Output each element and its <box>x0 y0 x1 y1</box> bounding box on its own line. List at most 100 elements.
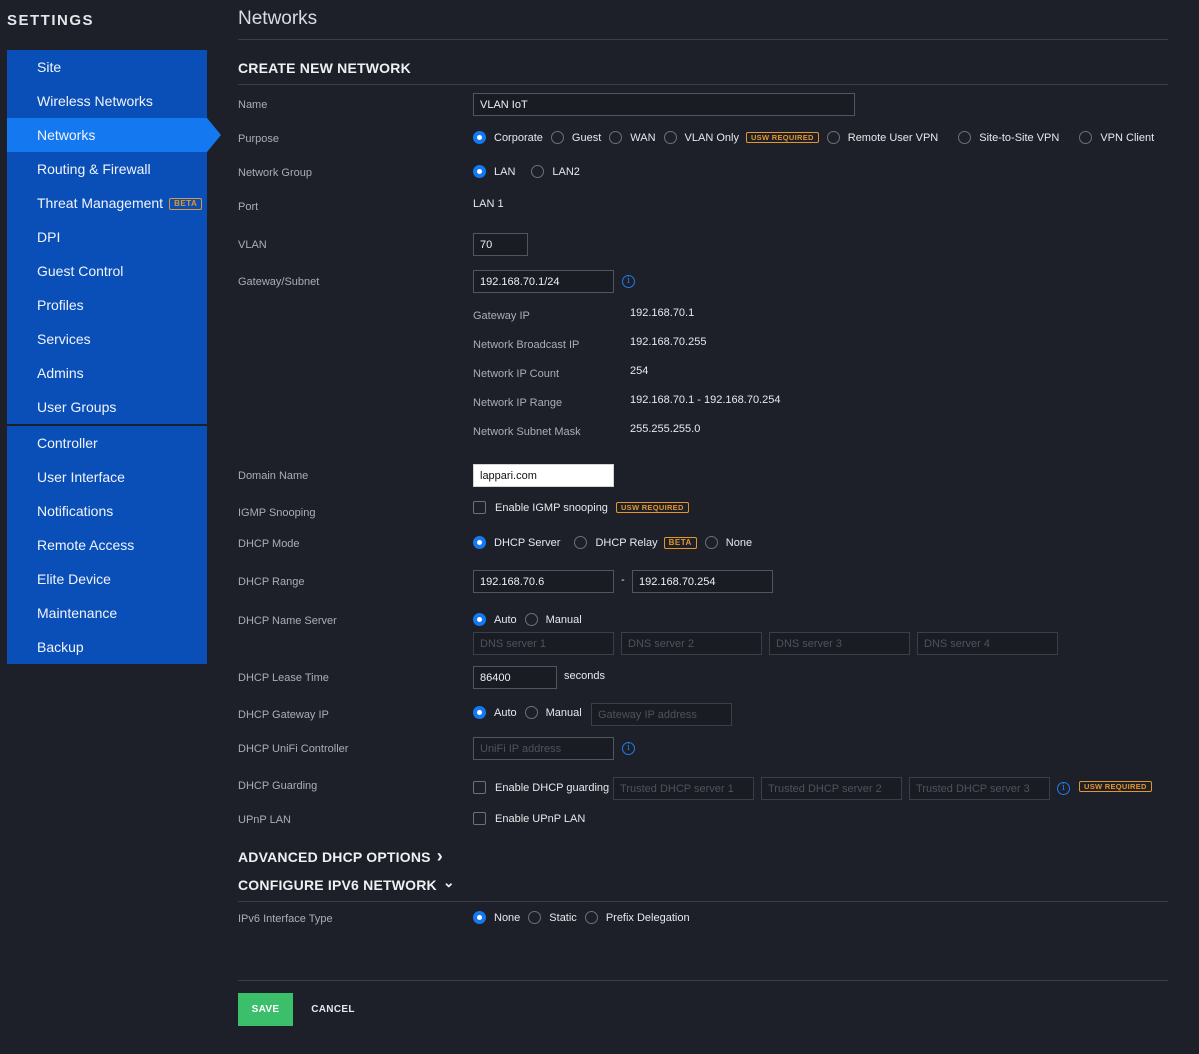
unifi-controller-input[interactable] <box>473 737 614 760</box>
purpose-radio-guest[interactable]: Guest <box>550 131 601 144</box>
dhcp-mode-radio-relay[interactable]: DHCP Relay BETA <box>574 536 697 549</box>
radio-icon <box>826 131 840 144</box>
trusted-dhcp-server-2-input[interactable] <box>761 777 902 800</box>
dhcp-lease-time-label: DHCP Lease Time <box>238 672 329 684</box>
dhcp-gateway-ip-label: DHCP Gateway IP <box>238 709 329 721</box>
radio-label: Site-to-Site VPN <box>979 131 1060 144</box>
purpose-radio-remote-user-vpn[interactable]: Remote User VPN <box>826 131 938 144</box>
sidebar-item-services[interactable]: Services <box>7 322 207 356</box>
network-group-radio-lan[interactable]: LAN <box>473 165 515 178</box>
vlan-label: VLAN <box>238 239 267 251</box>
info-icon[interactable]: i <box>1057 782 1070 795</box>
sidebar-item-user-interface[interactable]: User Interface <box>7 460 207 494</box>
trusted-dhcp-server-3-input[interactable] <box>909 777 1050 800</box>
dns-server-3-input[interactable] <box>769 632 910 655</box>
info-icon[interactable]: i <box>622 742 635 755</box>
configure-ipv6-toggle[interactable]: CONFIGURE IPV6 NETWORK ⌄ <box>238 875 455 893</box>
beta-badge: BETA <box>169 198 203 211</box>
name-input[interactable] <box>473 93 855 116</box>
save-button[interactable]: SAVE <box>238 993 293 1026</box>
purpose-radio-wan[interactable]: WAN <box>609 131 656 144</box>
advanced-dhcp-options-toggle[interactable]: ADVANCED DHCP OPTIONS › <box>238 847 443 865</box>
dhcp-guarding-checkbox[interactable] <box>473 781 486 794</box>
sidebar-item-wireless-networks[interactable]: Wireless Networks <box>7 84 207 118</box>
subnet-mask-value: 255.255.255.0 <box>630 423 701 435</box>
subnet-mask-label: Network Subnet Mask <box>473 426 581 438</box>
vlan-input[interactable] <box>473 233 528 256</box>
beta-badge: BETA <box>663 536 697 549</box>
sidebar-item-elite-device[interactable]: Elite Device <box>7 562 207 596</box>
name-server-radio-auto[interactable]: Auto <box>473 613 517 626</box>
gateway-ip-input[interactable] <box>591 703 732 726</box>
dhcp-range-start-input[interactable] <box>473 570 614 593</box>
radio-icon <box>663 131 677 144</box>
port-value: LAN 1 <box>473 198 504 210</box>
ipv6-radio-none[interactable]: None <box>473 911 520 924</box>
igmp-snooping-checkbox[interactable] <box>473 501 486 514</box>
dhcp-range-end-input[interactable] <box>632 570 773 593</box>
sidebar-item-dpi[interactable]: DPI <box>7 220 207 254</box>
sidebar-item-maintenance[interactable]: Maintenance <box>7 596 207 630</box>
gateway-ip-label: Gateway IP <box>473 310 530 322</box>
ip-range-value: 192.168.70.1 - 192.168.70.254 <box>630 394 781 406</box>
gateway-subnet-input[interactable] <box>473 270 614 293</box>
sidebar-item-site[interactable]: Site <box>7 50 207 84</box>
sidebar-item-label: Networks <box>37 127 96 143</box>
sidebar-item-remote-access[interactable]: Remote Access <box>7 528 207 562</box>
purpose-radio-vlan-only[interactable]: VLAN Only USW REQUIRED <box>663 131 819 144</box>
radio-label: None <box>725 536 753 549</box>
configure-ipv6-title: CONFIGURE IPV6 NETWORK <box>238 877 437 893</box>
cancel-button[interactable]: CANCEL <box>303 993 363 1026</box>
radio-label: Auto <box>494 706 517 719</box>
dns-server-2-input[interactable] <box>621 632 762 655</box>
name-server-radio-manual[interactable]: Manual <box>524 613 582 626</box>
ip-count-label: Network IP Count <box>473 368 560 380</box>
purpose-radio-corporate[interactable]: Corporate <box>473 131 543 144</box>
sidebar-item-routing-firewall[interactable]: Routing & Firewall <box>7 152 207 186</box>
sidebar-item-backup[interactable]: Backup <box>7 630 207 664</box>
sidebar-item-admins[interactable]: Admins <box>7 356 207 390</box>
sidebar-item-networks[interactable]: Networks <box>7 118 221 152</box>
radio-icon <box>473 706 486 719</box>
sidebar-item-controller[interactable]: Controller <box>7 426 207 460</box>
dns-server-4-input[interactable] <box>917 632 1058 655</box>
sidebar-item-guest-control[interactable]: Guest Control <box>7 254 207 288</box>
ipv6-radio-prefix-delegation[interactable]: Prefix Delegation <box>584 911 690 924</box>
gateway-radio-manual[interactable]: Manual <box>524 706 582 719</box>
domain-name-input[interactable] <box>473 464 614 487</box>
sidebar-item-label: Elite Device <box>37 571 111 587</box>
dns-server-1-input[interactable] <box>473 632 614 655</box>
dhcp-range-label: DHCP Range <box>238 576 305 588</box>
network-group-radio-group: LAN LAN2 <box>473 165 588 178</box>
radio-icon <box>958 131 972 144</box>
radio-label: Manual <box>545 706 582 719</box>
purpose-radio-vpn-client[interactable]: VPN Client <box>1079 131 1154 144</box>
gateway-radio-auto[interactable]: Auto <box>473 706 517 719</box>
dhcp-gateway-radio-group: Auto Manual <box>473 706 590 719</box>
sidebar-item-label: Profiles <box>37 297 84 313</box>
trusted-dhcp-server-1-input[interactable] <box>613 777 754 800</box>
lease-time-input[interactable] <box>473 666 557 689</box>
radio-icon <box>473 131 486 144</box>
dhcp-mode-radio-server[interactable]: DHCP Server <box>473 536 560 549</box>
ipv6-radio-static[interactable]: Static <box>528 911 577 924</box>
domain-name-label: Domain Name <box>238 470 309 482</box>
sidebar-item-notifications[interactable]: Notifications <box>7 494 207 528</box>
sidebar-item-profiles[interactable]: Profiles <box>7 288 207 322</box>
sidebar-group-controller-settings: Controller User Interface Notifications … <box>7 426 207 664</box>
purpose-radio-site-to-site-vpn[interactable]: Site-to-Site VPN <box>958 131 1059 144</box>
sidebar-item-user-groups[interactable]: User Groups <box>7 390 207 424</box>
dhcp-name-server-label: DHCP Name Server <box>238 615 337 627</box>
sidebar-item-label: Site <box>37 59 62 75</box>
radio-label: Manual <box>545 613 582 626</box>
sidebar-item-threat-management[interactable]: Threat Management BETA <box>7 186 207 220</box>
dhcp-mode-radio-none[interactable]: None <box>704 536 753 549</box>
upnp-row: Enable UPnP LAN <box>473 812 593 825</box>
upnp-lan-checkbox[interactable] <box>473 812 486 825</box>
network-group-radio-lan2[interactable]: LAN2 <box>531 165 580 178</box>
info-icon[interactable]: i <box>622 275 635 288</box>
radio-label: Static <box>549 911 577 924</box>
radio-label: DHCP Relay <box>595 536 658 549</box>
radio-label: LAN <box>494 165 516 178</box>
dhcp-unifi-controller-label: DHCP UniFi Controller <box>238 743 349 755</box>
